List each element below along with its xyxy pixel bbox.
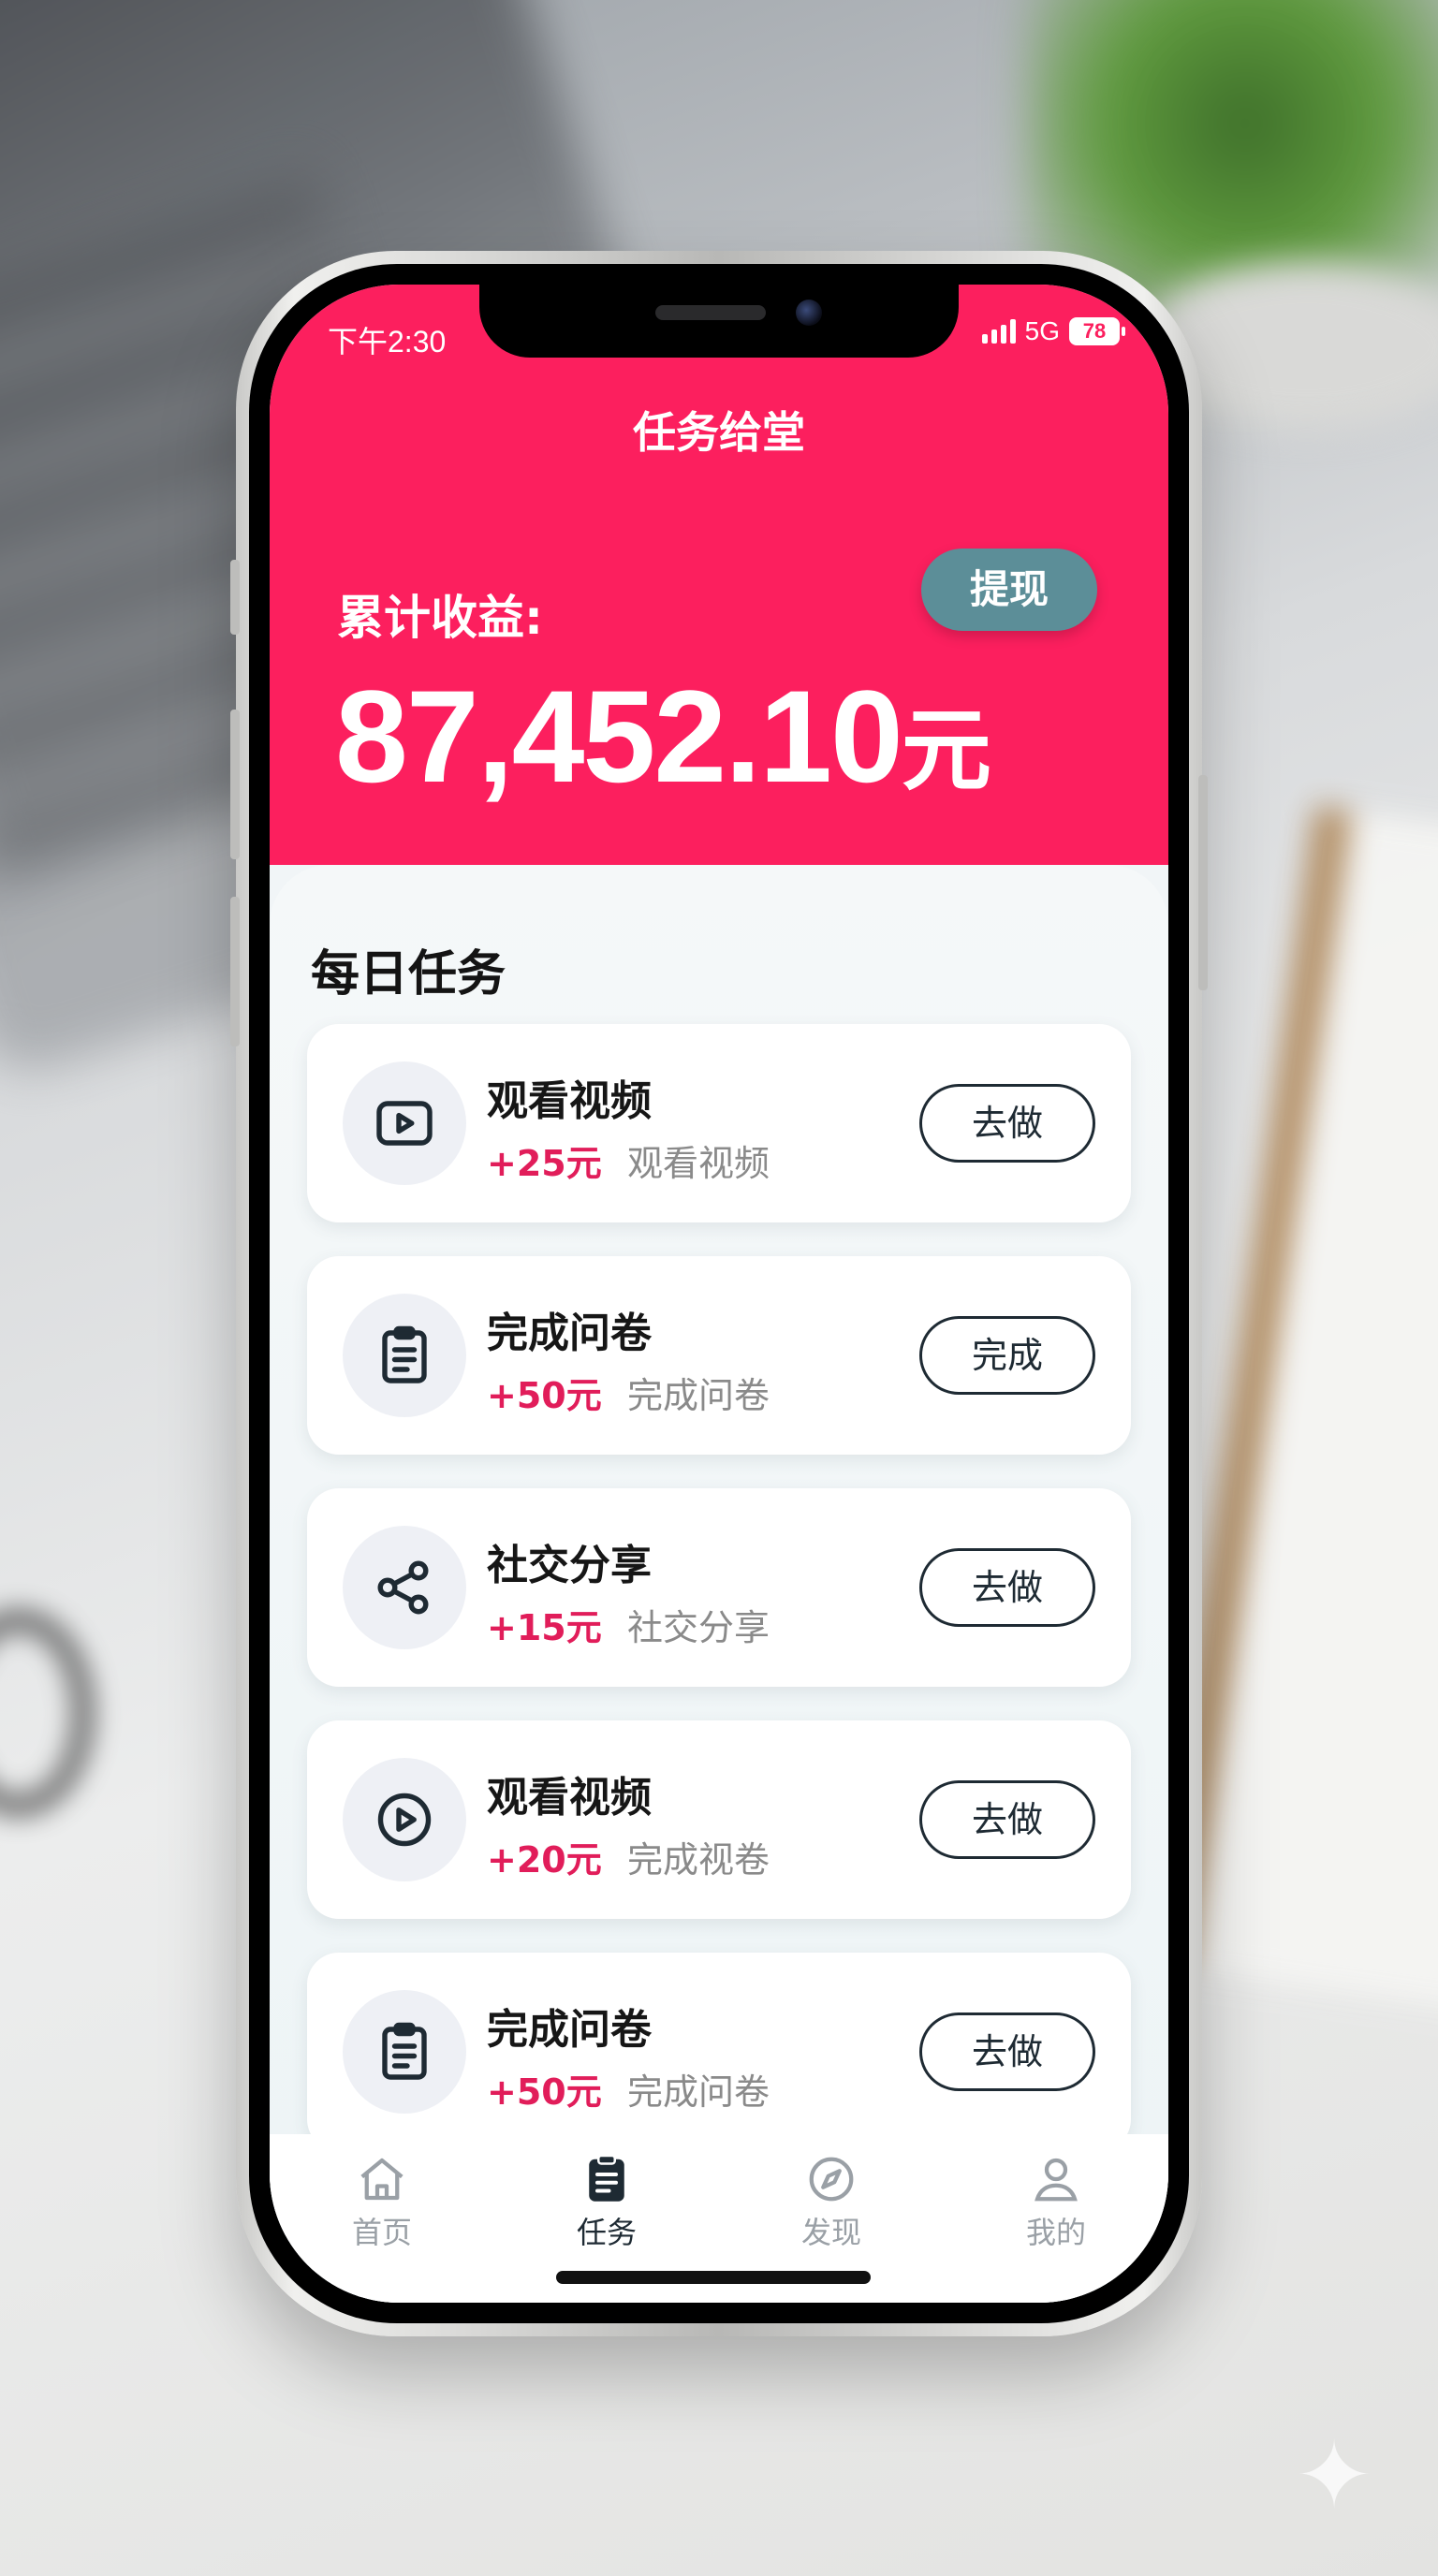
video-icon — [343, 1061, 466, 1185]
task-description: 观看视频 — [627, 1143, 770, 1184]
header: 下午2:30 5G 78 任务给堂 累计收益: 提现 87,452.10元 — [270, 285, 1168, 865]
notch — [479, 285, 959, 358]
task-card: 社交分享 +15元 社交分享 去做 — [307, 1488, 1131, 1687]
power-button — [1198, 775, 1208, 990]
tab-profile[interactable]: 我的 — [944, 2134, 1168, 2303]
task-reward: +25元 — [487, 1143, 602, 1184]
clipboard-icon — [343, 1990, 466, 2114]
task-description: 完成问卷 — [627, 2071, 770, 2113]
task-card: 完成问卷 +50元 完成问卷 去做 — [307, 1953, 1131, 2151]
volume-up-button — [230, 710, 240, 859]
task-card: 观看视频 +25元 观看视频 去做 — [307, 1024, 1131, 1222]
compass-icon — [809, 2157, 854, 2202]
task-reward: +50元 — [487, 1375, 602, 1416]
volume-down-button — [230, 897, 240, 1046]
phone-bezel: 下午2:30 5G 78 任务给堂 累计收益: 提现 87,452.10元 每日… — [249, 264, 1189, 2323]
glasses-blur — [0, 1610, 94, 1816]
sparkle-icon: ✦ — [1295, 2421, 1373, 2530]
task-list: 观看视频 +25元 观看视频 去做 完成问卷 +50元 完成问卷 完成 社交分享… — [307, 1024, 1131, 2185]
play-circle-icon — [343, 1758, 466, 1881]
task-reward: +15元 — [487, 1607, 602, 1648]
withdraw-button[interactable]: 提现 — [921, 549, 1097, 631]
network-type: 5G — [1024, 316, 1060, 345]
task-reward: +50元 — [487, 2071, 602, 2113]
section-title: 每日任务 — [311, 946, 506, 1003]
earnings-amount: 87,452.10元 — [335, 663, 991, 822]
status-indicators: 5G 78 — [981, 316, 1125, 346]
task-title: 观看视频 — [487, 1774, 652, 1822]
status-time: 下午2:30 — [328, 325, 447, 359]
earnings-value: 87,452.10 — [335, 663, 903, 810]
tab-home[interactable]: 首页 — [270, 2134, 494, 2303]
tab-label: 发现 — [800, 2215, 861, 2250]
phone-screen: 下午2:30 5G 78 任务给堂 累计收益: 提现 87,452.10元 每日… — [270, 285, 1168, 2303]
task-card: 观看视频 +20元 完成视卷 去做 — [307, 1720, 1131, 1919]
task-reward: +20元 — [487, 1839, 602, 1881]
earnings-unit: 元 — [901, 701, 991, 801]
task-action-button[interactable]: 去做 — [919, 1084, 1095, 1163]
task-title: 完成问卷 — [487, 2006, 652, 2054]
share-icon — [343, 1526, 466, 1649]
task-panel: 每日任务 观看视频 +25元 观看视频 去做 完成问卷 +50元 完成问卷 完成… — [270, 865, 1168, 2303]
task-action-button[interactable]: 去做 — [919, 1548, 1095, 1627]
task-action-button[interactable]: 去做 — [919, 2012, 1095, 2091]
tab-label: 首页 — [351, 2215, 412, 2250]
task-title: 观看视频 — [487, 1077, 652, 1125]
task-action-button[interactable]: 去做 — [919, 1780, 1095, 1859]
earnings-label: 累计收益: — [337, 591, 543, 645]
battery-icon: 78 — [1069, 317, 1125, 345]
user-icon — [1034, 2158, 1078, 2202]
earpiece-speaker — [655, 305, 766, 320]
home-indicator — [556, 2271, 871, 2284]
clipboard-icon — [343, 1294, 466, 1417]
task-card: 完成问卷 +50元 完成问卷 完成 — [307, 1256, 1131, 1455]
task-icon — [589, 2154, 624, 2202]
tab-label: 任务 — [576, 2215, 637, 2250]
front-camera — [796, 300, 822, 326]
signal-icon — [981, 319, 1016, 344]
task-description: 完成视卷 — [627, 1839, 770, 1881]
mute-switch — [230, 560, 240, 635]
page-title: 任务给堂 — [633, 407, 805, 458]
task-description: 社交分享 — [627, 1607, 770, 1648]
task-title: 社交分享 — [487, 1542, 652, 1589]
task-title: 完成问卷 — [487, 1310, 652, 1357]
task-action-button[interactable]: 完成 — [919, 1316, 1095, 1395]
home-icon — [360, 2158, 404, 2201]
phone-device: 下午2:30 5G 78 任务给堂 累计收益: 提现 87,452.10元 每日… — [230, 251, 1208, 2336]
tab-label: 我的 — [1025, 2215, 1086, 2250]
task-description: 完成问卷 — [627, 1375, 770, 1416]
